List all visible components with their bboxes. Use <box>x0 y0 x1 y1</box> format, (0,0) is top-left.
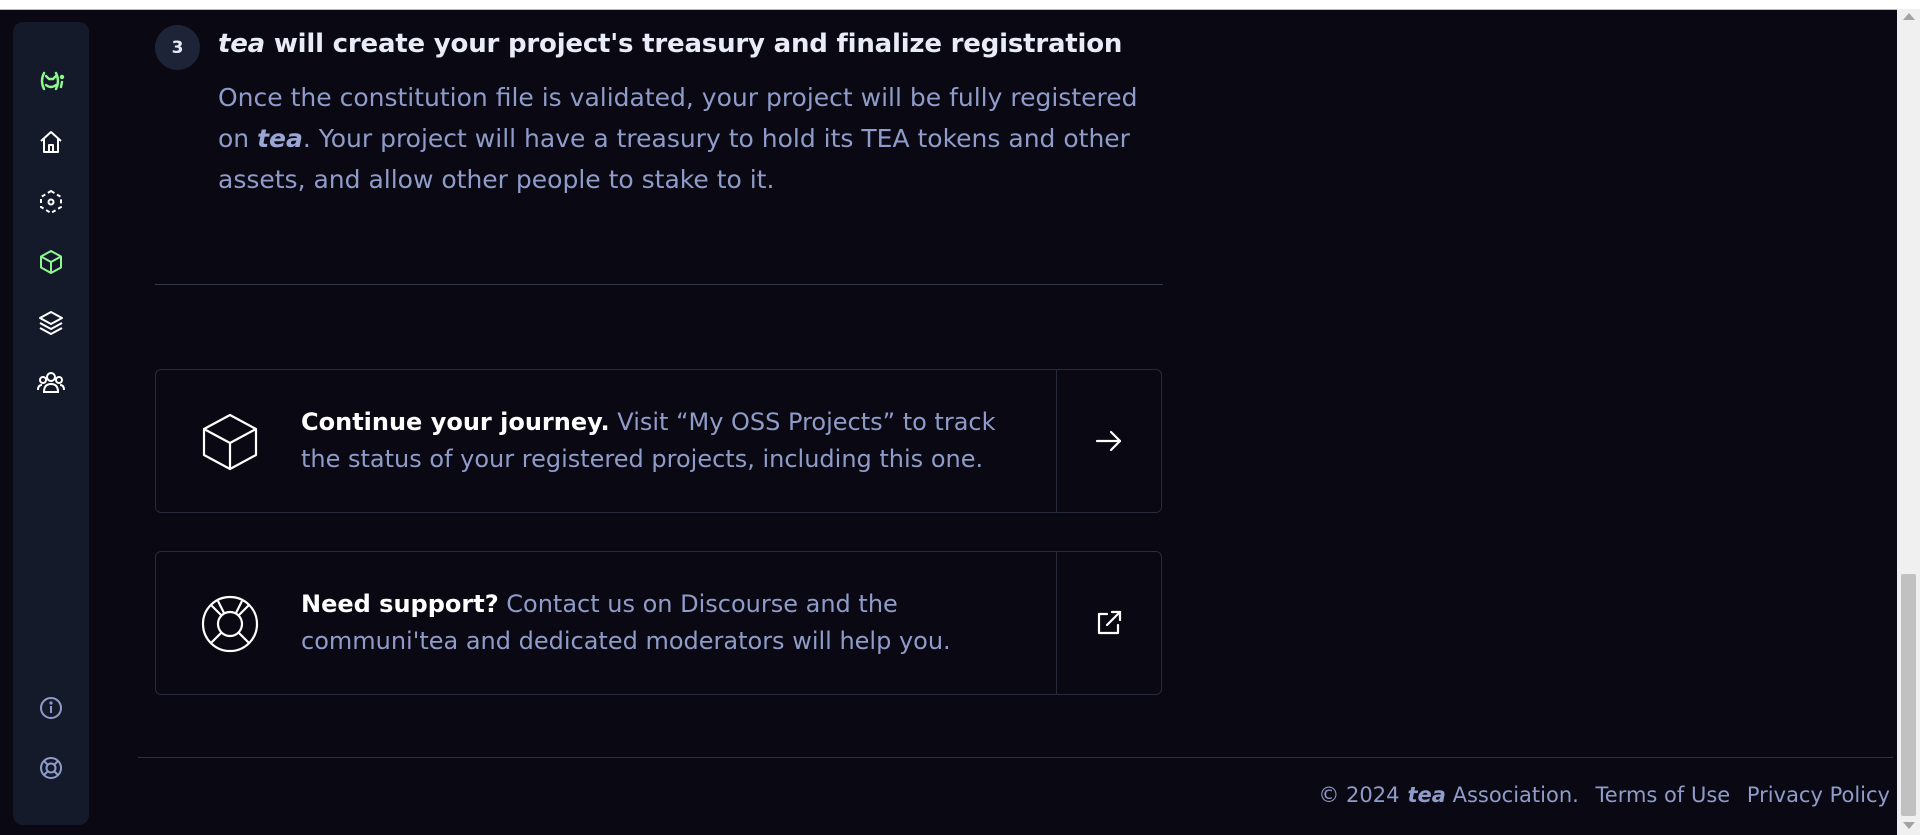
continue-journey-card[interactable]: Continue your journey. Visit “My OSS Pro… <box>155 369 1162 513</box>
home-icon[interactable] <box>37 128 65 156</box>
sidebar <box>13 22 89 825</box>
step-title-brand: tea <box>218 29 266 59</box>
need-support-card[interactable]: Need support? Contact us on Discourse an… <box>155 551 1162 695</box>
arrow-right-icon <box>1093 425 1125 457</box>
discourse-link-button[interactable] <box>1056 552 1161 694</box>
continue-journey-text: Continue your journey. Visit “My OSS Pro… <box>301 404 1001 478</box>
projects-icon[interactable] <box>37 248 65 276</box>
footer-brand: tea <box>1407 783 1446 807</box>
footer: © 2024 tea Association. Terms of Use Priv… <box>1318 783 1890 807</box>
scroll-up-arrow-icon[interactable] <box>1903 13 1915 20</box>
footer-divider <box>138 757 1893 758</box>
need-support-title: Need support? <box>301 590 499 618</box>
scroll-thumb[interactable] <box>1901 574 1916 816</box>
scroll-down-arrow-icon[interactable] <box>1903 822 1915 829</box>
terms-of-use-link[interactable]: Terms of Use <box>1596 783 1731 807</box>
footer-association: Association. <box>1445 783 1579 807</box>
step-title: tea will create your project's treasury … <box>218 29 1122 59</box>
page-scrollbar[interactable] <box>1897 9 1920 835</box>
cube-icon <box>198 410 262 474</box>
my-projects-link-button[interactable] <box>1056 370 1161 512</box>
community-icon[interactable] <box>37 368 65 396</box>
step-title-text: will create your project's treasury and … <box>265 29 1123 59</box>
browser-top-edge <box>0 0 1920 10</box>
layers-icon[interactable] <box>37 308 65 336</box>
info-icon[interactable] <box>37 694 65 722</box>
network-icon[interactable] <box>37 188 65 216</box>
copyright-text: © 2024 <box>1318 783 1400 807</box>
lifebuoy-icon <box>198 592 262 656</box>
step-description-part: . Your project will have a treasury to h… <box>218 124 1130 194</box>
logo-icon[interactable] <box>37 67 65 95</box>
privacy-policy-link[interactable]: Privacy Policy <box>1747 783 1890 807</box>
need-support-text: Need support? Contact us on Discourse an… <box>301 586 1001 660</box>
section-divider <box>155 284 1163 285</box>
external-link-icon <box>1093 607 1125 639</box>
step-number-badge: 3 <box>155 25 200 70</box>
continue-journey-title: Continue your journey. <box>301 408 610 436</box>
support-icon[interactable] <box>37 754 65 782</box>
step-description-brand: tea <box>257 124 303 153</box>
step-description: Once the constitution file is validated,… <box>218 77 1148 200</box>
